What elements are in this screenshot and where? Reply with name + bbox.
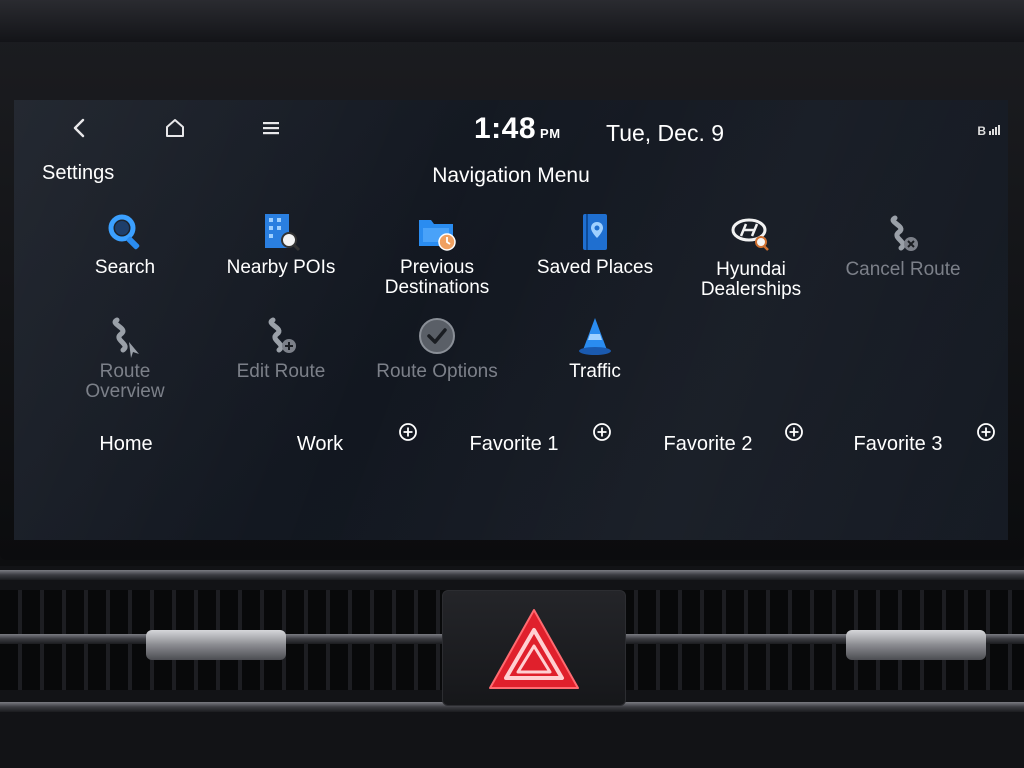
vent-adjuster-left[interactable] [146, 630, 286, 660]
route-options-icon [419, 318, 455, 354]
infotainment-screen: 1:48 PM Tue, Dec. 9 B Settings Navigation… [14, 100, 1008, 540]
date-display: Tue, Dec. 9 [606, 120, 725, 146]
menu-label-search: Search [94, 257, 156, 278]
favorites-bar: Home Work Favorite 1 Favorite 2 Favorite… [14, 420, 1008, 468]
previous-destinations-icon [419, 220, 456, 251]
menu-item-route-options[interactable]: Route Options [362, 314, 512, 382]
menu-label-route-options: Route Options [376, 361, 498, 382]
add-favorite-3-icon[interactable] [976, 422, 996, 442]
favorite-2[interactable]: Favorite 2 [618, 420, 798, 468]
menu-item-traffic[interactable]: Traffic [520, 314, 670, 382]
search-icon [108, 214, 140, 250]
clock: 1:48 PM [474, 112, 561, 146]
menu-label-previous-destinations: Previous Destinations [384, 257, 490, 298]
page-title: Navigation Menu [432, 164, 590, 187]
bluetooth-icon: B [977, 124, 986, 138]
menu-label-route-overview: Route Overview [85, 361, 165, 402]
add-favorite-1-icon[interactable] [592, 422, 612, 442]
signal-strength-icon [988, 125, 1000, 138]
back-button[interactable] [64, 114, 94, 142]
screen-bezel: 1:48 PM Tue, Dec. 9 B Settings Navigation… [0, 0, 1024, 560]
menu-item-nearby-pois[interactable]: Nearby POIs [206, 210, 356, 278]
menu-item-hyundai-dealerships[interactable]: Hyundai Dealerships [676, 212, 826, 300]
hazard-warning-button[interactable] [486, 606, 582, 694]
menu-item-search[interactable]: Search [50, 210, 200, 278]
status-icons: B [977, 124, 1000, 138]
back-icon [73, 118, 85, 138]
menu-item-cancel-route[interactable]: Cancel Route [828, 212, 978, 280]
saved-places-icon [583, 214, 607, 250]
route-overview-icon [112, 317, 139, 358]
hamburger-menu-icon [263, 122, 279, 135]
menu-item-previous-destinations[interactable]: Previous Destinations [362, 210, 512, 298]
favorite-3[interactable]: Favorite 3 [810, 420, 986, 468]
home-icon [166, 119, 184, 137]
menu-item-edit-route[interactable]: Edit Route [206, 314, 356, 382]
add-favorite-2-icon[interactable] [784, 422, 804, 442]
favorite-work[interactable]: Work [230, 420, 410, 468]
menu-label-cancel-route: Cancel Route [845, 259, 961, 280]
cancel-route-icon [890, 215, 918, 251]
nearby-pois-icon [265, 214, 301, 252]
clock-time: 1:48 [474, 112, 537, 145]
traffic-cone-icon [579, 318, 611, 355]
vent-slat-top [0, 570, 1024, 580]
menu-label-traffic: Traffic [569, 361, 621, 382]
menu-item-route-overview[interactable]: Route Overview [50, 314, 200, 402]
home-button[interactable] [160, 114, 190, 142]
menu-label-saved-places: Saved Places [536, 257, 654, 278]
add-work-icon[interactable] [398, 422, 418, 442]
menu-label-nearby-pois: Nearby POIs [226, 257, 336, 278]
edit-route-icon [268, 317, 296, 353]
menu-label-hyundai-dealerships: Hyundai Dealerships [700, 259, 802, 300]
menu-item-saved-places[interactable]: Saved Places [520, 210, 670, 278]
menu-label-edit-route: Edit Route [236, 361, 326, 382]
clock-ampm: PM [540, 126, 561, 141]
dashboard-top-trim [0, 0, 1024, 42]
favorite-home[interactable]: Home [36, 420, 216, 468]
hyundai-dealerships-icon [731, 218, 769, 251]
menu-button[interactable] [256, 114, 286, 142]
vent-adjuster-right[interactable] [846, 630, 986, 660]
favorite-1[interactable]: Favorite 1 [424, 420, 604, 468]
